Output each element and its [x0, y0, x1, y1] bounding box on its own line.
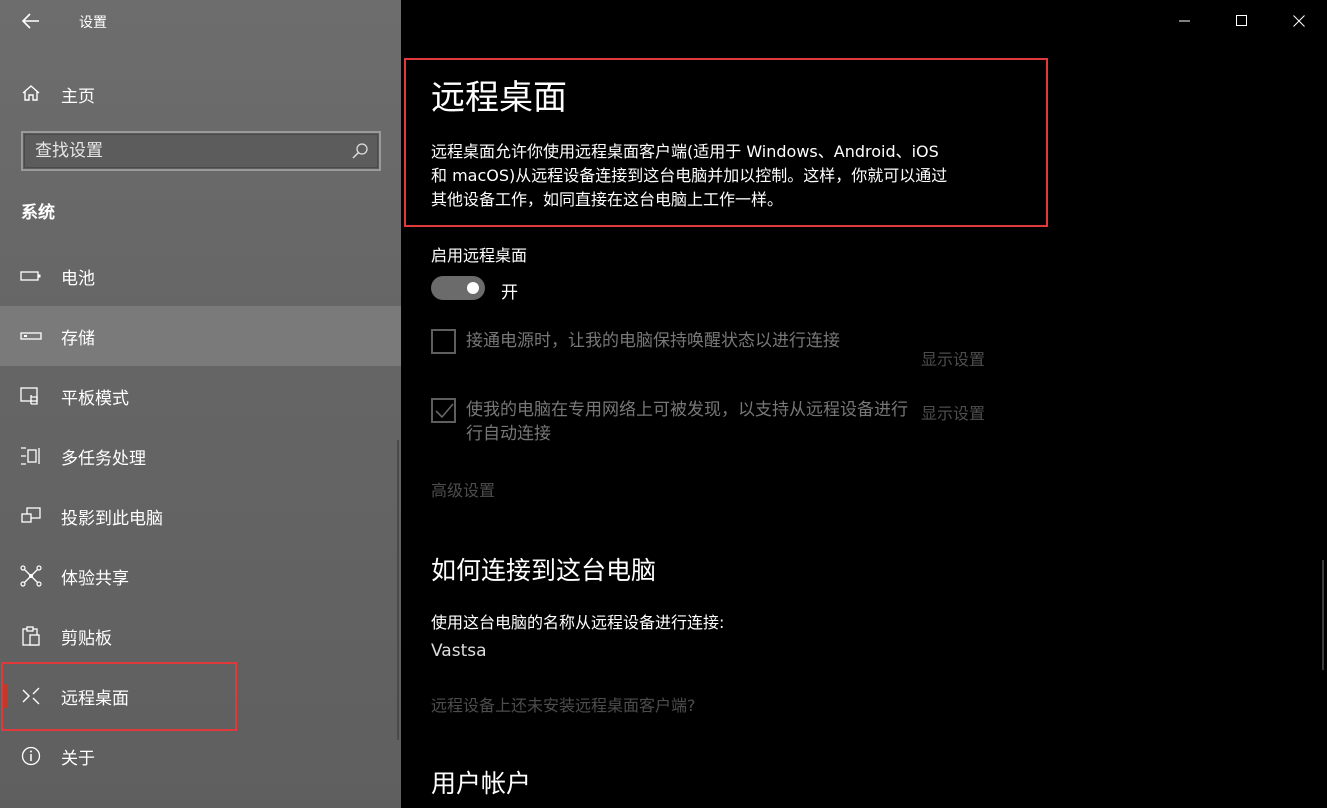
- client-not-installed-link[interactable]: 远程设备上还未安装远程桌面客户端?: [431, 692, 696, 716]
- sidebar-item-label: 体验共享: [61, 569, 129, 589]
- maximize-icon: [1235, 15, 1247, 26]
- sidebar-item-label: 远程桌面: [61, 689, 129, 709]
- show-settings-link[interactable]: 显示设置: [921, 400, 985, 424]
- sidebar-item-label: 多任务处理: [61, 449, 146, 469]
- sidebar-scrollbar[interactable]: [397, 440, 399, 740]
- show-settings-link[interactable]: 显示设置: [921, 346, 985, 370]
- active-indicator: [3, 684, 7, 708]
- pc-name: Vastsa: [431, 641, 487, 661]
- app-title: 设置: [79, 15, 107, 31]
- keep-awake-checkbox[interactable]: [431, 329, 456, 354]
- section-label: 系统: [21, 203, 55, 223]
- sidebar-item-label: 投影到此电脑: [61, 509, 163, 529]
- sidebar-item-clipboard[interactable]: 剪贴板: [0, 606, 401, 666]
- discoverable-label: 使我的电脑在专用网络上可被发现，以支持从远程设备进行 行自动连接: [466, 398, 916, 446]
- project-icon: [20, 505, 42, 527]
- minimize-button[interactable]: [1156, 0, 1213, 42]
- connect-label: 使用这台电脑的名称从远程设备进行连接:: [431, 613, 725, 632]
- main-scrollbar[interactable]: [1322, 560, 1324, 670]
- sidebar-item-label: 存储: [61, 329, 95, 349]
- sidebar-item-label: 主页: [61, 87, 95, 107]
- window-controls: [1156, 0, 1327, 42]
- remote-desktop-icon: [20, 685, 42, 707]
- sidebar-item-label: 剪贴板: [61, 629, 112, 649]
- tablet-mode-icon: [20, 385, 42, 407]
- discoverable-checkbox[interactable]: [431, 398, 456, 423]
- keep-awake-label: 接通电源时，让我的电脑保持唤醒状态以进行连接: [466, 331, 840, 351]
- search-box[interactable]: [21, 131, 381, 171]
- user-accounts-heading: 用户帐户: [431, 769, 532, 798]
- multitasking-icon: [20, 445, 42, 467]
- toggle-knob: [467, 282, 479, 294]
- sidebar: 设置 主页 系统 电池 存储 平板模式: [0, 0, 401, 808]
- main-panel: 远程桌面 远程桌面允许你使用远程桌面客户端(适用于 Windows、Androi…: [401, 0, 1327, 808]
- sidebar-item-multitasking[interactable]: 多任务处理: [0, 426, 401, 486]
- sidebar-item-remote-desktop[interactable]: 远程桌面: [0, 666, 401, 726]
- arrow-left-icon: [21, 13, 39, 29]
- advanced-settings-link[interactable]: 高级设置: [431, 477, 495, 501]
- discoverable-label-line: 行自动连接: [466, 424, 551, 444]
- remote-desktop-toggle[interactable]: [431, 276, 485, 300]
- maximize-button[interactable]: [1213, 0, 1270, 42]
- sidebar-item-label: 关于: [61, 749, 95, 769]
- back-button[interactable]: [16, 8, 46, 34]
- sidebar-item-label: 平板模式: [61, 389, 129, 409]
- enable-remote-desktop-label: 启用远程桌面: [431, 246, 528, 265]
- sidebar-item-storage[interactable]: 存储: [0, 306, 401, 366]
- toggle-state: 开: [501, 283, 518, 303]
- sidebar-item-about[interactable]: 关于: [0, 726, 401, 786]
- page-title: 远程桌面: [431, 78, 567, 118]
- description: 远程桌面允许你使用远程桌面客户端(适用于 Windows、Android、iOS…: [431, 140, 1001, 212]
- storage-icon: [20, 325, 42, 347]
- discoverable-label-line: 使我的电脑在专用网络上可被发现，以支持从远程设备进行: [466, 400, 908, 420]
- titlebar: 设置: [0, 0, 401, 42]
- how-to-connect-heading: 如何连接到这台电脑: [431, 556, 657, 585]
- description-line: 远程桌面允许你使用远程桌面客户端(适用于 Windows、Android、iOS: [431, 142, 939, 161]
- minimize-icon: [1178, 20, 1190, 22]
- close-icon: [1292, 15, 1305, 27]
- close-button[interactable]: [1270, 0, 1327, 42]
- home-icon: [20, 82, 42, 104]
- sidebar-item-label: 电池: [61, 269, 95, 289]
- share-icon: [20, 565, 42, 587]
- sidebar-item-share[interactable]: 体验共享: [0, 546, 401, 606]
- sidebar-item-project[interactable]: 投影到此电脑: [0, 486, 401, 546]
- clipboard-icon: [20, 625, 42, 647]
- sidebar-item-tablet-mode[interactable]: 平板模式: [0, 366, 401, 426]
- description-line: 其他设备工作，如同直接在这台电脑上工作一样。: [431, 190, 784, 209]
- info-icon: [20, 745, 42, 767]
- description-line: 和 macOS)从远程设备连接到这台电脑并加以控制。这样，你就可以通过: [431, 166, 948, 185]
- sidebar-item-battery[interactable]: 电池: [0, 246, 401, 306]
- checkmark-icon: [435, 403, 454, 419]
- battery-icon: [20, 265, 42, 287]
- search-input[interactable]: [35, 140, 335, 162]
- sidebar-item-home[interactable]: 主页: [0, 72, 401, 114]
- search-icon: [352, 143, 368, 159]
